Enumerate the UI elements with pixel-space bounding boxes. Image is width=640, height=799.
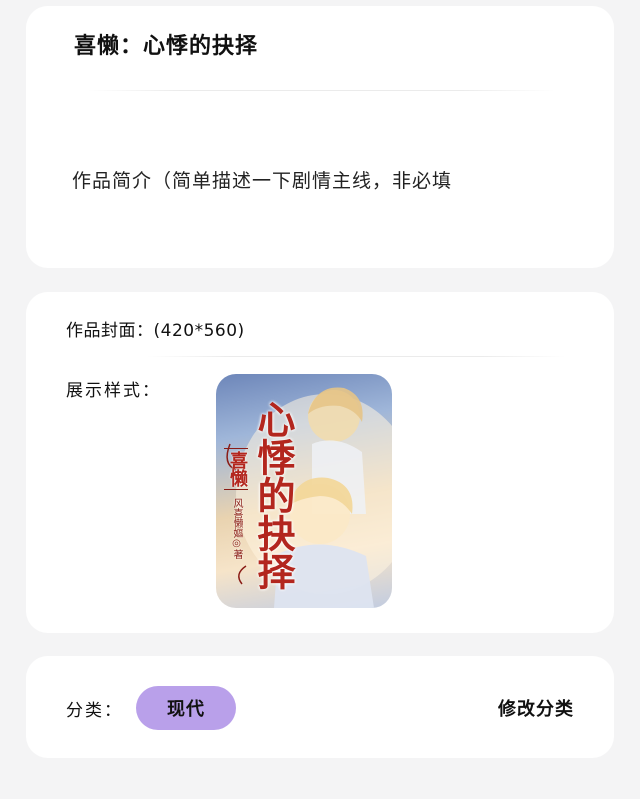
cover-author-text: 风喜懒嫗◎著 bbox=[231, 498, 242, 559]
display-style-label: 展示样式： bbox=[66, 381, 161, 401]
cover-illustration bbox=[226, 387, 392, 608]
category-card: 分类： 现代 修改分类 bbox=[26, 656, 614, 758]
category-pill[interactable]: 现代 bbox=[136, 686, 236, 730]
synopsis-input[interactable]: 作品简介（简单描述一下剧情主线，非必填 bbox=[72, 166, 452, 193]
cover-subtitle-text: 喜懒 bbox=[224, 448, 248, 490]
cover-title-text: 心悸的抉择 bbox=[251, 400, 296, 590]
modify-category-button[interactable]: 修改分类 bbox=[498, 695, 574, 721]
category-label: 分类： bbox=[66, 701, 123, 721]
cover-label: 作品封面：(420*560) bbox=[66, 321, 245, 341]
divider bbox=[146, 356, 566, 357]
divider bbox=[86, 90, 556, 91]
book-title[interactable]: 喜懒：心悸的抉择 bbox=[74, 28, 258, 60]
cover-image[interactable]: 心悸的抉择 喜懒 风喜懒嫗◎著 bbox=[216, 374, 392, 608]
cover-card: 作品封面：(420*560) 展示样式： 心悸的抉择 喜懒 风喜懒嫗◎著 bbox=[26, 292, 614, 633]
title-card: 喜懒：心悸的抉择 作品简介（简单描述一下剧情主线，非必填 bbox=[26, 6, 614, 268]
